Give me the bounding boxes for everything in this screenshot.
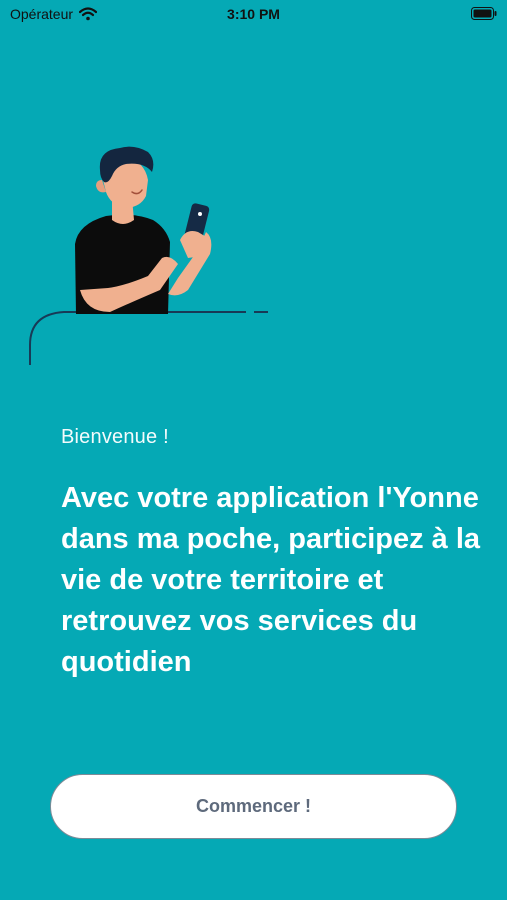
status-time: 3:10 PM bbox=[227, 6, 280, 22]
battery-icon bbox=[471, 7, 497, 20]
desk-outline bbox=[29, 311, 268, 365]
phone-camera bbox=[198, 212, 202, 216]
person-with-phone-illustration bbox=[29, 146, 268, 365]
start-button[interactable]: Commencer ! bbox=[50, 774, 457, 839]
welcome-headline: Avec votre application l'Yonne dans ma p… bbox=[61, 482, 481, 678]
welcome-greeting: Bienvenue ! bbox=[61, 426, 169, 448]
status-bar: Opérateur 3:10 PM bbox=[0, 0, 507, 28]
